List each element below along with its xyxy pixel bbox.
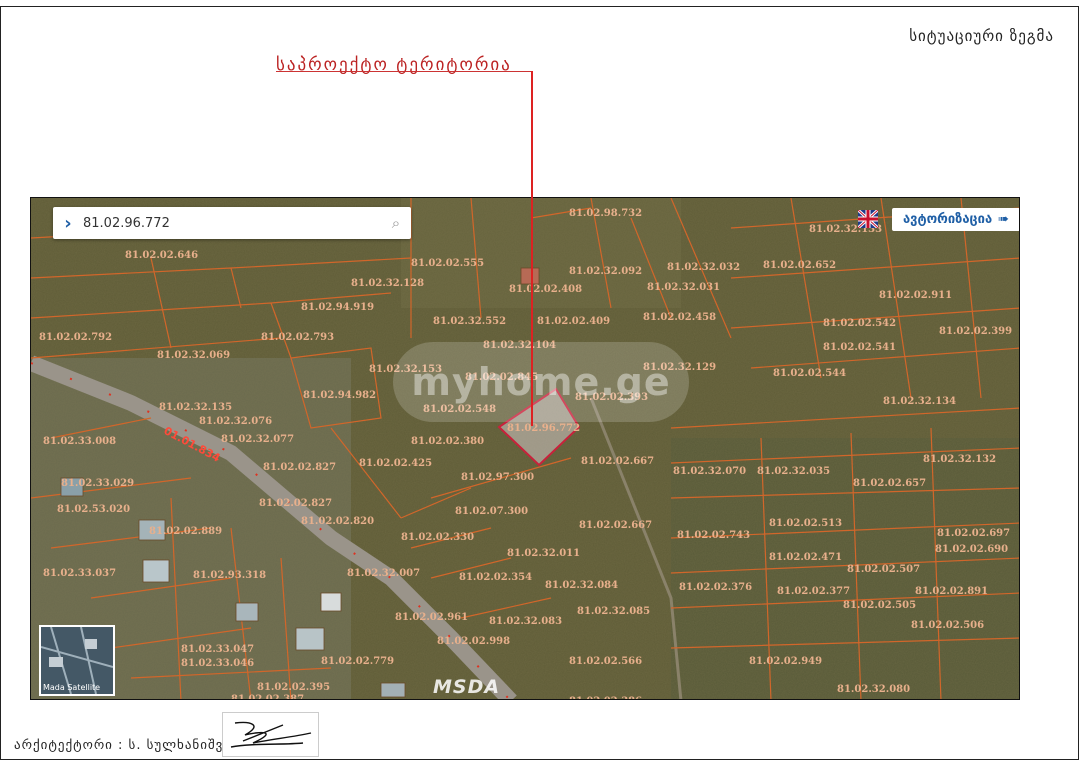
parcel-number-label: 81.02.02.330: [401, 532, 474, 543]
parcel-number-label: 81.02.32.076: [199, 416, 272, 427]
handwritten-signature: [230, 721, 312, 748]
parcel-number-label: 81.02.02.506: [911, 620, 984, 631]
parcel-number-label: 81.02.32.132: [923, 454, 996, 465]
parcel-number-label: 81.02.02.827: [259, 498, 332, 509]
parcel-number-label: 81.02.97.300: [461, 472, 534, 483]
parcel-number-label: 81.02.32.031: [647, 282, 720, 293]
parcel-number-label: 81.02.98.732: [569, 208, 642, 219]
project-territory-label: საპროექტო ტერიტორია: [276, 55, 512, 75]
parcel-number-label: 81.02.32.032: [667, 262, 740, 273]
parcel-number-label: 81.02.32.128: [351, 278, 424, 289]
parcel-number-label: 81.02.02.793: [261, 332, 334, 343]
parcel-number-label: 81.02.02.657: [853, 478, 926, 489]
parcel-number-label: 81.02.02.513: [769, 518, 842, 529]
parcel-number-label: 81.02.32.007: [347, 568, 420, 579]
parcel-number-label: 81.02.32.085: [577, 606, 650, 617]
parcel-number-label: 81.02.02.566: [569, 656, 642, 667]
satellite-layer-toggle[interactable]: Mada Satellite: [39, 625, 115, 696]
parcel-number-label: 81.02.93.318: [193, 570, 266, 581]
parcel-number-label: 81.02.94.982: [303, 390, 376, 401]
parcel-number-label: 81.02.32.080: [837, 684, 910, 695]
watermark: myhome.ge: [393, 342, 689, 422]
parcel-number-label: 81.02.02.690: [935, 544, 1008, 555]
parcel-number-label: 81.02.32.070: [673, 466, 746, 477]
parcel-number-label: 81.02.33.047: [181, 644, 254, 655]
parcel-number-label: 81.02.02.541: [823, 342, 896, 353]
parcel-number-label: 81.02.02.354: [459, 572, 532, 583]
cadastral-map[interactable]: 81.02.98.732 81.02.32.133 81.02.02.646 81.0…: [30, 197, 1020, 700]
sheet-title: სიტუაციური ზეგმა: [909, 27, 1054, 45]
chevron-right-icon[interactable]: ›: [53, 213, 83, 234]
parcel-number-label: 81.02.02.555: [411, 258, 484, 269]
parcel-number-label: 81.02.02.667: [579, 520, 652, 531]
parcel-number-label: 81.02.02.820: [301, 516, 374, 527]
parcel-number-label: 81.02.02.544: [773, 368, 846, 379]
parcel-number-label: 81.02.32.069: [157, 350, 230, 361]
signature-box: [222, 712, 319, 757]
parcel-number-label: 81.02.32.552: [433, 316, 506, 327]
parcel-number-label: 81.02.94.919: [301, 302, 374, 313]
parcel-number-label: 81.02.32.083: [489, 616, 562, 627]
msda-logo: MSDA: [433, 676, 501, 698]
parcel-number-label: 81.02.02.408: [509, 284, 582, 295]
parcel-number-label: 81.02.02.542: [823, 318, 896, 329]
parcel-number-label: 81.02.53.020: [57, 504, 130, 515]
parcel-number-label: 81.02.02.891: [915, 586, 988, 597]
parcel-number-label: 81.02.32.011: [507, 548, 580, 559]
parcel-number-label: 81.02.32.084: [545, 580, 618, 591]
parcel-number-label: 81.02.02.827: [263, 462, 336, 473]
search-input[interactable]: 81.02.96.772: [83, 216, 381, 231]
parcel-number-label: 81.02.02.395: [257, 682, 330, 693]
parcel-number-label: 81.02.02.507: [847, 564, 920, 575]
project-label-underline: [276, 71, 532, 72]
parcel-number-label: 81.02.02.399: [939, 326, 1012, 337]
parcel-number-label: 81.02.02.409: [537, 316, 610, 327]
login-arrow-icon: ➠: [998, 212, 1010, 227]
parcel-number-label: 81.02.02.652: [763, 260, 836, 271]
project-leader-line: [531, 71, 533, 426]
parcel-number-label: 81.02.02.961: [395, 612, 468, 623]
parcel-number-label: 81.02.02.792: [39, 332, 112, 343]
parcel-number-label: 81.02.02.779: [321, 656, 394, 667]
minimap-label: Mada Satellite: [43, 683, 101, 692]
parcel-number-label: 81.02.02.471: [769, 552, 842, 563]
parcel-number-label: 81.02.33.029: [61, 478, 134, 489]
parcel-number-label: 81.02.33.008: [43, 436, 116, 447]
parcel-number-label: 81.02.02.380: [411, 436, 484, 447]
parcel-number-label: 81.02.02.505: [843, 600, 916, 611]
parcel-number-label: 81.02.32.135: [159, 402, 232, 413]
parcel-number-label: 81.02.07.300: [455, 506, 528, 517]
authorization-button[interactable]: ავტორიზაცია ➠: [892, 208, 1019, 231]
architect-label: არქიტექტორი : ს. სულხანიშვილი: [14, 738, 254, 753]
parcel-number-label: 81.02.02.387: [231, 694, 304, 700]
parcel-number-label: 81.02.02.386: [569, 696, 642, 700]
parcel-number-label: 81.02.02.911: [879, 290, 952, 301]
parcel-number-label: 81.02.33.037: [43, 568, 116, 579]
parcel-number-label: 81.02.02.458: [643, 312, 716, 323]
satellite-background: 81.02.98.73281.02.32.13381.02.02.64681.0…: [31, 198, 1019, 700]
highlighted-parcel-label: 81.02.96.772: [507, 423, 580, 434]
search-icon[interactable]: ⌕: [381, 214, 411, 232]
parcel-number-label: 81.02.33.046: [181, 658, 254, 669]
parcel-number-label: 81.02.32.092: [569, 266, 642, 277]
parcel-number-label: 81.02.02.697: [937, 528, 1010, 539]
parcel-number-label: 81.02.02.425: [359, 458, 432, 469]
parcel-number-label: 81.02.02.646: [125, 250, 198, 261]
authorization-label: ავტორიზაცია: [902, 212, 993, 227]
english-flag-icon[interactable]: [858, 210, 878, 228]
parcel-number-label: 81.02.02.743: [677, 530, 750, 541]
parcel-number-label: 81.02.32.134: [883, 396, 956, 407]
parcel-number-label: 81.02.02.376: [679, 582, 752, 593]
parcel-number-label: 81.02.02.889: [149, 526, 222, 537]
parcel-number-label: 81.02.02.377: [777, 586, 850, 597]
cadastral-search-bar[interactable]: › 81.02.96.772 ⌕: [53, 207, 411, 239]
parcel-number-label: 81.02.32.077: [221, 434, 294, 445]
parcel-number-label: 81.02.02.667: [581, 456, 654, 467]
parcel-number-label: 81.02.32.035: [757, 466, 830, 477]
parcel-number-label: 81.02.02.949: [749, 656, 822, 667]
parcel-number-label: 81.02.02.998: [437, 636, 510, 647]
